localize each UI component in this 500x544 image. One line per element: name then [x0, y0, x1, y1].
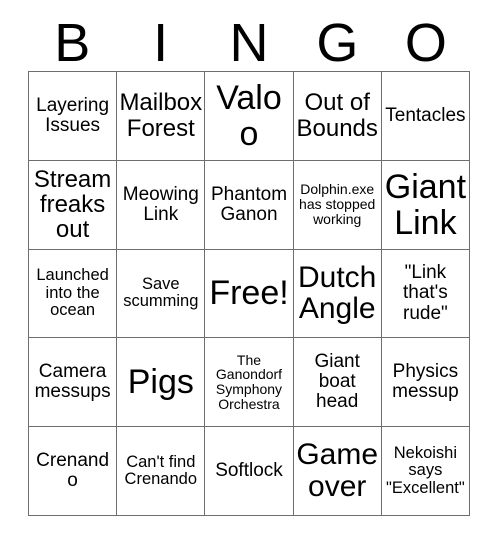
bingo-cell-label: The Ganondorf Symphony Orchestra	[215, 351, 283, 413]
bingo-cell-label: Out of Bounds	[296, 89, 378, 142]
bingo-cell-r4c1[interactable]: Camera messups	[29, 338, 118, 428]
bingo-cell-r1c1[interactable]: Layering Issues	[29, 72, 118, 161]
bingo-cell-r4c3[interactable]: The Ganondorf Symphony Orchestra	[205, 338, 294, 428]
bingo-header-letter-b: B	[54, 12, 91, 73]
bingo-cell-r2c4[interactable]: Dolphin.exe has stopped working	[293, 160, 382, 250]
bingo-cell-label: Stream freaks out	[33, 165, 112, 244]
bingo-cell-label: "Link that's rude"	[402, 262, 448, 324]
bingo-cell-r3c5[interactable]: "Link that's rude"	[381, 249, 470, 339]
bingo-cell-r5c3[interactable]: Softlock	[205, 427, 294, 516]
bingo-cell-label: Pigs	[127, 363, 194, 402]
bingo-cell-label: Nekoishi says "Excellent"	[386, 443, 465, 497]
bingo-cell-r2c1[interactable]: Stream freaks out	[29, 160, 118, 250]
bingo-cell-label: Softlock	[215, 460, 283, 482]
bingo-cell-r2c3[interactable]: Phantom Ganon	[205, 160, 294, 250]
bingo-cell-label: Giant boat head	[314, 351, 360, 413]
bingo-cell-r1c4[interactable]: Out of Bounds	[293, 72, 382, 161]
bingo-cell-label: Giant Link	[384, 167, 467, 242]
bingo-cell-label: Meowing Link	[122, 183, 199, 225]
bingo-cell-label: Launched into the ocean	[36, 266, 109, 320]
bingo-cell-label: Physics messup	[392, 361, 459, 403]
bingo-cell-r5c2[interactable]: Can't find Crenando	[117, 427, 206, 516]
bingo-cell-label: Camera messups	[34, 361, 111, 403]
bingo-grid: Layering Issues Mailbox Forest Valoo Out of…	[28, 71, 470, 516]
bingo-cell-label: Crenando	[36, 449, 110, 492]
bingo-cell-r2c5[interactable]: Giant Link	[381, 160, 470, 250]
bingo-cell-label: Dolphin.exe has stopped working	[299, 181, 376, 228]
bingo-cell-label: Layering Issues	[36, 94, 110, 136]
bingo-cell-r5c4[interactable]: Game over	[293, 427, 382, 516]
bingo-cell-label: Game over	[296, 438, 379, 504]
bingo-free-space[interactable]: Free!	[205, 249, 294, 339]
bingo-cell-r3c1[interactable]: Launched into the ocean	[29, 249, 118, 339]
bingo-cell-r5c5[interactable]: Nekoishi says "Excellent"	[381, 427, 470, 516]
bingo-cell-r5c1[interactable]: Crenando	[29, 427, 118, 516]
bingo-cell-r3c4[interactable]: Dutch Angle	[293, 249, 382, 339]
bingo-header-letter-g: G	[316, 12, 359, 73]
bingo-cell-label: Phantom Ganon	[210, 183, 288, 225]
bingo-cell-r4c2[interactable]: Pigs	[117, 338, 206, 428]
bingo-cell-label: Valoo	[216, 78, 282, 153]
bingo-header-letter-o: O	[404, 12, 447, 73]
bingo-cell-r4c4[interactable]: Giant boat head	[293, 338, 382, 428]
bingo-cell-label: Can't find Crenando	[124, 452, 198, 489]
bingo-header-letter-i: I	[153, 12, 169, 73]
bingo-cell-r2c2[interactable]: Meowing Link	[117, 160, 206, 250]
bingo-cell-label: Free!	[209, 274, 289, 313]
bingo-cell-r1c3[interactable]: Valoo	[205, 72, 294, 161]
bingo-header-row: B INGO	[28, 14, 470, 71]
bingo-cell-r4c5[interactable]: Physics messup	[381, 338, 470, 428]
bingo-cell-label: Save scumming	[123, 275, 199, 311]
bingo-cell-label: Mailbox Forest	[119, 89, 203, 142]
bingo-header-letter-n: N	[229, 12, 269, 73]
bingo-cell-r1c2[interactable]: Mailbox Forest	[117, 72, 206, 161]
bingo-card: B INGO Layering Issues Mailbox Forest Valoo…	[0, 0, 500, 544]
bingo-cell-label: Dutch Angle	[298, 260, 377, 326]
bingo-cell-r3c2[interactable]: Save scumming	[117, 249, 206, 339]
bingo-cell-r1c5[interactable]: Tentacles	[381, 72, 470, 161]
bingo-cell-label: Tentacles	[385, 104, 466, 126]
